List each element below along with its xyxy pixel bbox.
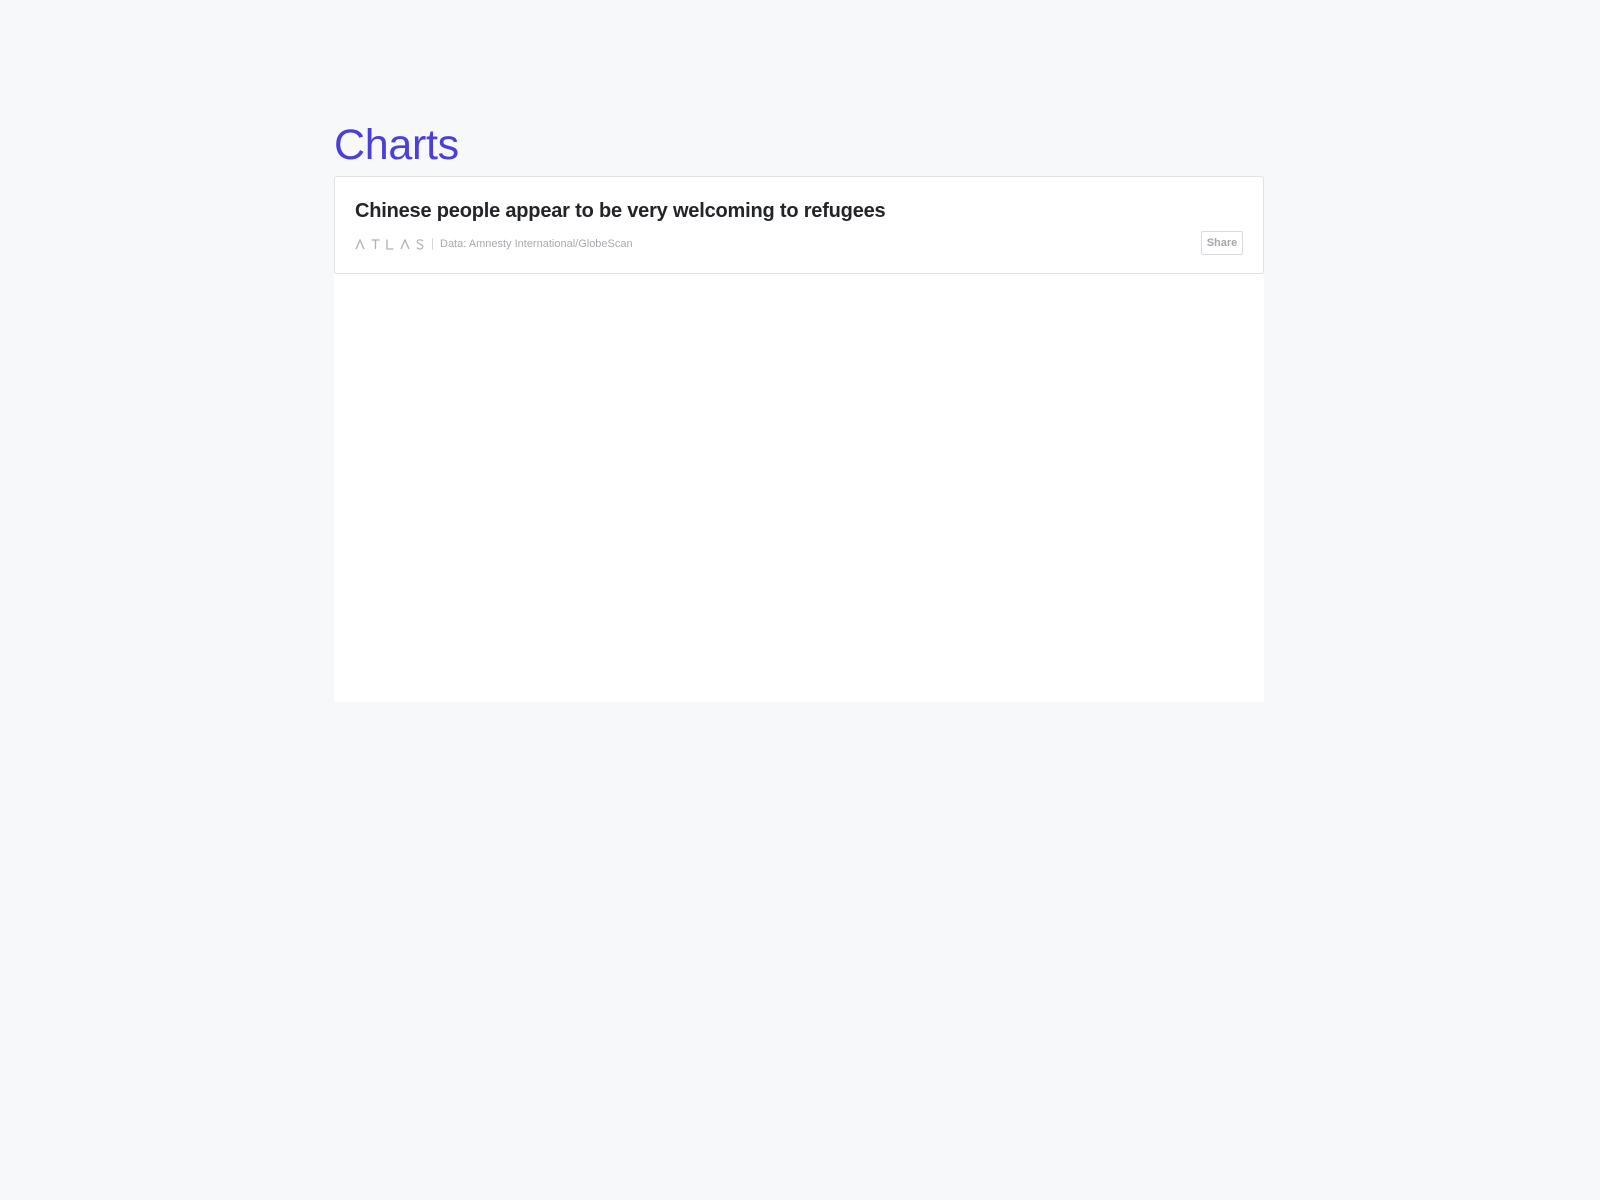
- chart-card: Chinese people appear to be very welcomi…: [334, 176, 1264, 274]
- meta-divider: [432, 238, 433, 250]
- page-title: Charts: [334, 121, 459, 169]
- chart-area: [334, 274, 1264, 702]
- chart-title: Chinese people appear to be very welcomi…: [355, 200, 886, 222]
- share-button[interactable]: Share: [1201, 231, 1243, 255]
- atlas-logo-icon[interactable]: [355, 238, 424, 250]
- chart-meta: Data: Amnesty International/GlobeScan: [355, 237, 633, 251]
- data-source: Data: Amnesty International/GlobeScan: [440, 238, 633, 250]
